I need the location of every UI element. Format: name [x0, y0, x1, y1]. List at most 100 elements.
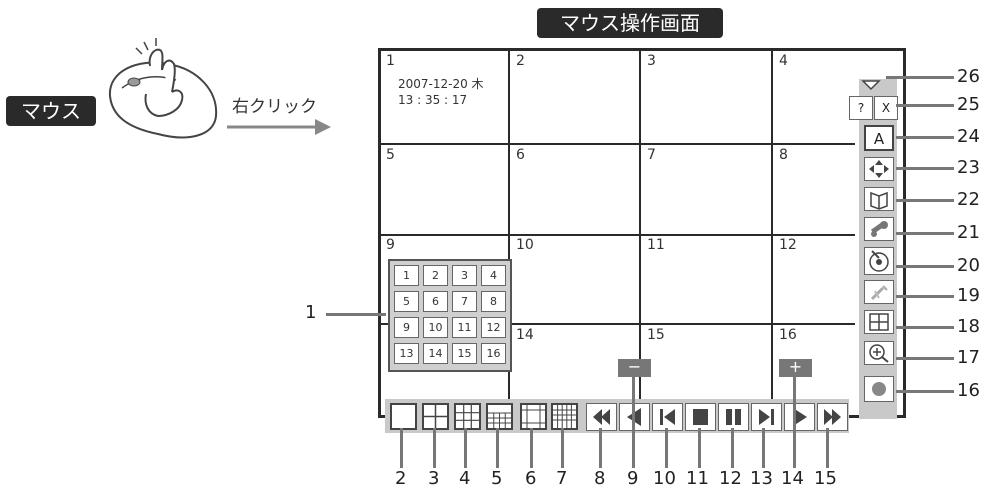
stop-icon: [693, 409, 708, 425]
close-button[interactable]: X: [874, 96, 898, 120]
callout-line: [896, 390, 954, 393]
callout-7: 7: [556, 468, 568, 489]
callout-line: [896, 326, 954, 329]
arrow-right-icon: [227, 119, 331, 135]
cell-number-2: 2: [516, 53, 525, 69]
play-button[interactable]: [784, 403, 815, 431]
monitor-screen: 1 2 3 4 5 6 7 8 9 10 11 12 14 15 16 2007…: [378, 48, 906, 433]
channel-button-8[interactable]: 8: [481, 291, 506, 312]
cell-number-15: 15: [647, 327, 665, 343]
split-4-button[interactable]: [422, 403, 449, 430]
callout-13: 13: [750, 468, 773, 489]
timestamp-display: 2007-12-20 木 13 : 35 : 17: [398, 76, 484, 108]
callout-10: 10: [653, 468, 676, 489]
callout-line: [464, 428, 467, 468]
step-forward-icon: [759, 409, 774, 425]
channel-button-7[interactable]: 7: [452, 291, 477, 312]
callout-17: 17: [957, 347, 980, 368]
auto-button[interactable]: A: [864, 125, 894, 151]
channel-button-4[interactable]: 4: [481, 265, 506, 286]
ptz-button[interactable]: [864, 157, 894, 181]
callout-19: 19: [957, 285, 980, 306]
split-9-button[interactable]: [454, 403, 481, 430]
stop-button[interactable]: [685, 403, 716, 431]
callout-line: [762, 428, 765, 468]
step-forward-button[interactable]: [751, 403, 782, 431]
channel-button-6[interactable]: 6: [423, 291, 448, 312]
callout-line: [896, 295, 954, 298]
mouse-hand-illustration: [108, 38, 218, 139]
channel-picker: 1 2 3 4 5 6 7 8 9 10 11 12 13 14 15 16: [388, 259, 512, 372]
book-icon: [870, 191, 888, 210]
channel-button-5[interactable]: 5: [394, 291, 419, 312]
pause-button[interactable]: [718, 403, 749, 431]
callout-11: 11: [686, 468, 709, 489]
callout-16: 16: [957, 380, 980, 401]
alarm-button[interactable]: [864, 217, 894, 241]
channel-button-15[interactable]: 15: [452, 343, 477, 364]
callout-6: 6: [525, 468, 537, 489]
callout-line: [826, 428, 829, 468]
callout-line: [665, 428, 668, 468]
callout-line: [326, 313, 386, 316]
grid-line: [381, 234, 855, 236]
callout-12: 12: [719, 468, 742, 489]
split-custom-b-button[interactable]: [551, 403, 578, 430]
callout-26: 26: [957, 66, 980, 87]
backup-button[interactable]: [864, 247, 894, 275]
callout-20: 20: [957, 255, 980, 276]
cell-number-11: 11: [647, 237, 665, 253]
channel-button-1[interactable]: 1: [394, 265, 419, 286]
grid-16-icon: [488, 412, 511, 428]
quad-view-button[interactable]: [864, 310, 894, 334]
callout-line: [896, 265, 954, 268]
collapse-toggle-icon[interactable]: [847, 78, 899, 94]
record-button[interactable]: [864, 376, 894, 402]
callout-4: 4: [459, 468, 471, 489]
callout-line: [896, 199, 954, 202]
cell-number-4: 4: [779, 53, 788, 69]
callout-line: [896, 104, 954, 107]
help-button[interactable]: ?: [849, 96, 873, 120]
callout-24: 24: [957, 126, 980, 147]
callout-3: 3: [428, 468, 440, 489]
mouse-label-badge: マウス: [6, 96, 96, 126]
tools-icon: [870, 285, 888, 301]
zoom-in-icon: [869, 344, 889, 363]
search-button[interactable]: [864, 187, 894, 211]
menu-button[interactable]: [864, 280, 894, 304]
callout-22: 22: [957, 189, 980, 210]
callout-line: [698, 428, 701, 468]
grid-4-icon: [424, 405, 447, 428]
channel-button-9[interactable]: 9: [394, 317, 419, 338]
speed-plus-button[interactable]: +: [779, 359, 812, 377]
channel-button-12[interactable]: 12: [481, 317, 506, 338]
split-custom-a-button[interactable]: [520, 403, 547, 430]
split-1-button[interactable]: [390, 403, 417, 430]
speed-minus-button[interactable]: −: [618, 359, 651, 377]
callout-2: 2: [395, 468, 407, 489]
cell-number-16: 16: [779, 327, 797, 343]
fast-forward-button[interactable]: [817, 403, 848, 431]
channel-button-14[interactable]: 14: [423, 343, 448, 364]
split-16-button[interactable]: [486, 403, 513, 430]
channel-button-16[interactable]: 16: [481, 343, 506, 364]
channel-button-13[interactable]: 13: [394, 343, 419, 364]
step-back-button[interactable]: [652, 403, 683, 431]
screen-title-badge: マウス操作画面: [537, 8, 723, 38]
grid-custom-b-icon: [553, 405, 576, 428]
channel-button-2[interactable]: 2: [423, 265, 448, 286]
quad-grid-icon: [869, 313, 889, 331]
zoom-button[interactable]: [864, 341, 894, 365]
channel-button-10[interactable]: 10: [423, 317, 448, 338]
cell-number-5: 5: [386, 147, 395, 163]
callout-14: 14: [781, 468, 804, 489]
callout-line: [561, 428, 564, 468]
callout-15: 15: [814, 468, 837, 489]
channel-button-3[interactable]: 3: [452, 265, 477, 286]
key-icon: [870, 221, 888, 237]
channel-button-11[interactable]: 11: [452, 317, 477, 338]
callout-line: [400, 428, 403, 468]
callout-25: 25: [957, 94, 980, 115]
fast-rewind-button[interactable]: [586, 403, 617, 431]
